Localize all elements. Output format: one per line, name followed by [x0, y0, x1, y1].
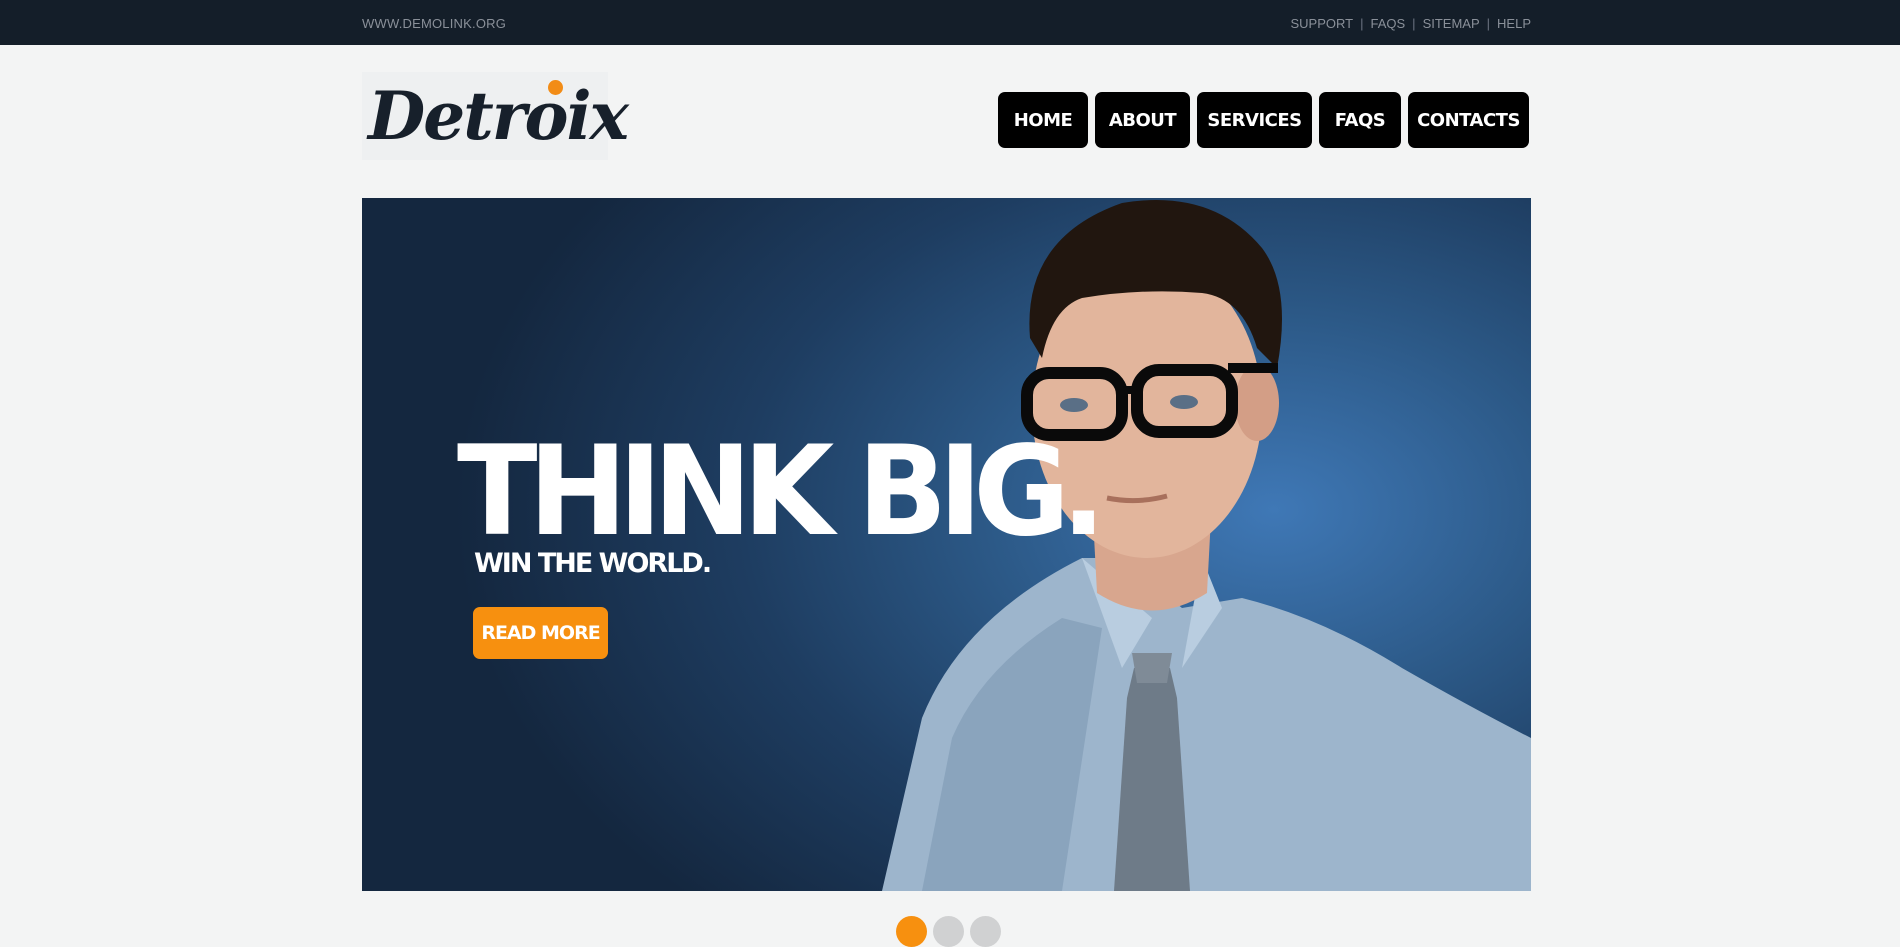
nav-item-services[interactable]: SERVICES: [1197, 92, 1312, 148]
read-more-button[interactable]: READ MORE: [473, 607, 608, 659]
hero-headline: THINK BIG.: [457, 418, 1106, 564]
top-link-support[interactable]: SUPPORT: [1290, 16, 1353, 31]
nav-item-about[interactable]: ABOUT: [1095, 92, 1190, 148]
logo[interactable]: Detroix: [362, 72, 629, 160]
link-divider: |: [1486, 16, 1491, 31]
nav-item-contacts[interactable]: CONTACTS: [1408, 92, 1529, 148]
nav-item-faqs[interactable]: FAQS: [1319, 92, 1401, 148]
hero-subhead: WIN THE WORLD.: [474, 548, 712, 579]
top-link-sitemap[interactable]: SITEMAP: [1423, 16, 1480, 31]
slider-dot-2[interactable]: [933, 916, 964, 947]
slider-dot-1[interactable]: [896, 916, 927, 947]
link-divider: |: [1412, 16, 1416, 31]
top-link-help[interactable]: HELP: [1497, 16, 1531, 31]
top-links: SUPPORT | FAQS | SITEMAP | HELP: [1290, 16, 1531, 31]
nav-item-home[interactable]: HOME: [998, 92, 1088, 148]
slider-dot-3[interactable]: [970, 916, 1001, 947]
top-link-faqs[interactable]: FAQS: [1370, 16, 1405, 31]
top-bar: WWW.DEMOLINK.ORG SUPPORT | FAQS | SITEMA…: [0, 0, 1900, 45]
main-nav: HOME ABOUT SERVICES FAQS CONTACTS: [998, 92, 1529, 148]
slider-pagination: [896, 916, 1001, 947]
link-divider: |: [1360, 16, 1364, 31]
logo-dot-icon: [548, 80, 563, 95]
site-url: WWW.DEMOLINK.ORG: [362, 16, 507, 31]
logo-text: Detroix: [368, 77, 629, 155]
hero-slider: THINK BIG. WIN THE WORLD. READ MORE: [362, 198, 1531, 891]
